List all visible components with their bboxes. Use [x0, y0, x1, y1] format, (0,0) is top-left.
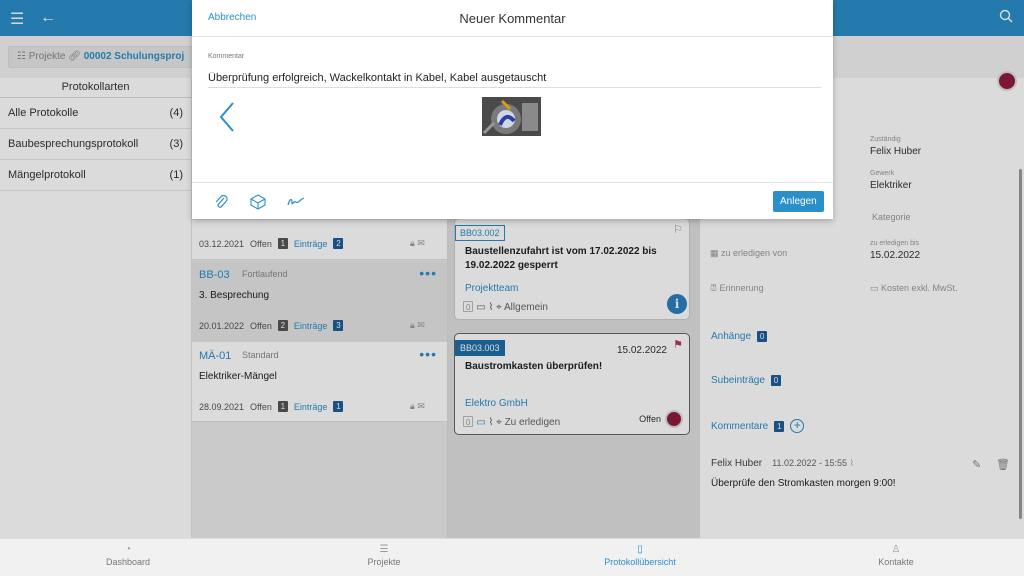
dialog-toolbar: Anlegen	[192, 182, 833, 219]
dialog-title: Neuer Kommentar	[459, 11, 566, 26]
nav-contacts[interactable]: ♙ Kontakte	[768, 539, 1024, 576]
dialog-header: Abbrechen Neuer Kommentar	[192, 0, 833, 37]
paperclip-icon[interactable]	[214, 194, 228, 213]
signature-icon[interactable]	[287, 194, 305, 211]
nav-label: Dashboard	[105, 557, 151, 567]
nav-protocol-overview[interactable]: ▯ Protokollübersicht	[512, 539, 768, 576]
person-icon: ♙	[891, 544, 901, 555]
create-button[interactable]: Anlegen	[773, 191, 824, 212]
dashboard-icon: ◔	[124, 544, 132, 555]
nav-dashboard[interactable]: ◔ Dashboard	[0, 539, 256, 576]
3d-cube-icon[interactable]	[250, 194, 266, 213]
nav-label: Kontakte	[878, 557, 914, 567]
list-icon: ☰	[379, 544, 389, 555]
nav-projects[interactable]: ☰ Projekte	[256, 539, 512, 576]
previous-image-icon[interactable]	[218, 100, 238, 134]
nav-label: Projekte	[367, 557, 401, 567]
comment-field-label: Kommentar	[208, 53, 245, 60]
nav-label: Protokollübersicht	[604, 557, 676, 567]
clipboard-icon: ▯	[637, 544, 643, 555]
comment-input[interactable]	[208, 69, 821, 88]
new-comment-dialog: Abbrechen Neuer Kommentar Kommentar Anle…	[192, 0, 833, 219]
photo-thumbnail[interactable]	[482, 97, 541, 136]
bottom-navigation: ◔ Dashboard ☰ Projekte ▯ Protokollübersicht…	[0, 538, 1024, 576]
